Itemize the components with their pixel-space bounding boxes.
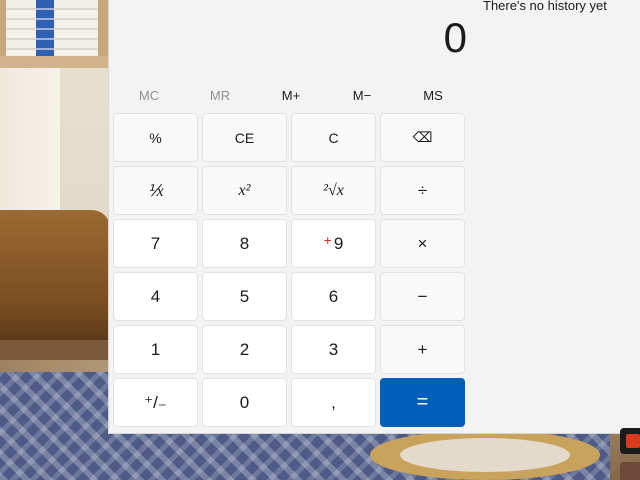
reciprocal-label: ⅟x [147,182,164,200]
history-empty-text: There's no history yet [483,0,607,13]
clear-button[interactable]: C [291,113,376,162]
memory-subtract-button[interactable]: M− [327,86,397,106]
memory-clear-button[interactable]: MC [114,86,184,106]
wallpaper-plate [370,430,600,480]
wallpaper-shelf [0,0,108,68]
digit-8-button[interactable]: 8 [202,219,287,268]
digit-6-button[interactable]: 6 [291,272,376,321]
wallpaper-curtain [0,68,60,218]
divide-button[interactable]: ÷ [380,166,465,215]
digit-4-button[interactable]: 4 [113,272,198,321]
digit-5-button[interactable]: 5 [202,272,287,321]
app-icon-edge-bottom[interactable] [620,462,640,480]
clear-entry-button[interactable]: CE [202,113,287,162]
memory-recall-button[interactable]: MR [185,86,255,106]
calculator-window: 0 There's no history yet MC MR M+ M− MS … [108,0,640,434]
digit-9-button[interactable]: + 9 [291,219,376,268]
negate-button[interactable]: ⁺/₋ [113,378,198,427]
square-button[interactable]: x² [202,166,287,215]
digit-1-button[interactable]: 1 [113,325,198,374]
memory-store-button[interactable]: MS [398,86,468,106]
memory-row: MC MR M+ M− MS [114,86,466,106]
square-root-button[interactable]: ²√x [291,166,376,215]
multiply-button[interactable]: × [380,219,465,268]
memory-add-button[interactable]: M+ [256,86,326,106]
reciprocal-button[interactable]: ⅟x [113,166,198,215]
digit-9-label: 9 [333,233,344,253]
wallpaper-shelf-frame [0,56,108,68]
wallpaper-towels [6,0,98,56]
backspace-icon: ⌫ [412,129,433,145]
add-button[interactable]: + [380,325,465,374]
backspace-button[interactable]: ⌫ [380,113,465,162]
wallpaper-sofa [0,210,110,340]
square-root-label: ²√x [323,181,344,199]
app-icon-edge-top[interactable] [620,428,640,454]
crosshair-cursor-icon: + [323,231,332,248]
subtract-button[interactable]: − [380,272,465,321]
digit-0-button[interactable]: 0 [202,378,287,427]
result-display: 0 [443,14,467,61]
digit-2-button[interactable]: 2 [202,325,287,374]
decimal-button[interactable]: , [291,378,376,427]
digit-7-button[interactable]: 7 [113,219,198,268]
square-label: x² [238,181,251,199]
percent-button[interactable]: % [113,113,198,162]
digit-3-button[interactable]: 3 [291,325,376,374]
equals-button[interactable]: = [380,378,465,427]
app-logo-icon [626,434,640,448]
